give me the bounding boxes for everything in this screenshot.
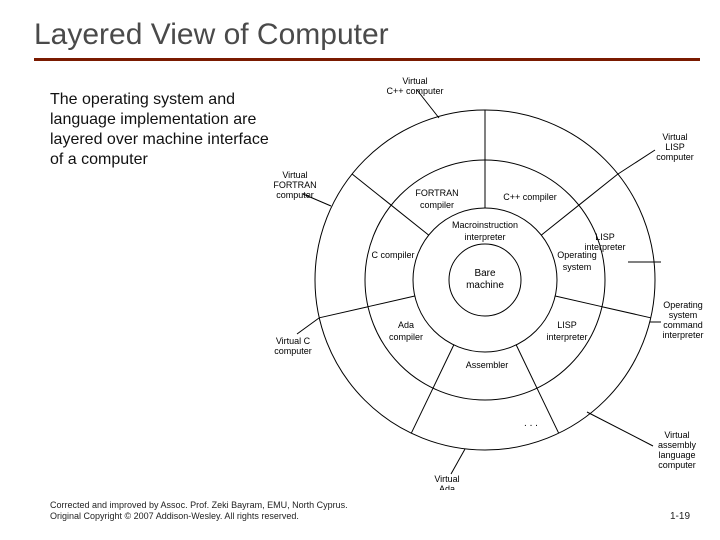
lbl-vada-a: Virtual <box>434 474 459 484</box>
layered-diagram: Bare machine Macroinstruction interprete… <box>265 70 705 490</box>
body-text: The operating system and language implem… <box>50 90 270 170</box>
page-title: Layered View of Computer <box>0 0 720 58</box>
ring3-cpp: C++ compiler <box>503 192 557 202</box>
lbl-oscmd-b: system <box>669 310 698 320</box>
lbl-vcpp-b: C++ computer <box>386 86 443 96</box>
ring2-label-b: interpreter <box>464 232 505 242</box>
title-rule <box>34 58 700 61</box>
ring3-ada-b: compiler <box>389 332 423 342</box>
ring3-ada-a: Ada <box>398 320 414 330</box>
lbl-oscmd-c: command <box>663 320 703 330</box>
outer-lisp-a: LISP <box>595 232 615 242</box>
lbl-vlisp-a: Virtual <box>662 132 687 142</box>
ring3-f-b: compiler <box>420 200 454 210</box>
footer-text: Corrected and improved by Assoc. Prof. Z… <box>50 500 380 522</box>
lbl-vcpp-a: Virtual <box>402 76 427 86</box>
lbl-vf-b: FORTRAN <box>273 180 316 190</box>
page-number: 1-19 <box>670 511 690 522</box>
ring3-lisp-b: interpreter <box>546 332 587 342</box>
lbl-vf-a: Virtual <box>282 170 307 180</box>
ring3-f-a: FORTRAN <box>415 188 458 198</box>
lbl-vlisp-c: computer <box>656 152 694 162</box>
lbl-vf-c: computer <box>276 190 314 200</box>
lbl-oscmd-d: interpreter <box>662 330 703 340</box>
lbl-vlisp-b: LISP <box>665 142 685 152</box>
lbl-vasm-b: assembly <box>658 440 697 450</box>
center-label: Bare <box>474 268 496 279</box>
lbl-vc-a: Virtual C <box>276 336 311 346</box>
lbl-vasm-d: computer <box>658 460 696 470</box>
lbl-vasm-c: language <box>658 450 695 460</box>
ring3-asm: Assembler <box>466 360 509 370</box>
outer-ellipsis: . . . <box>524 418 538 429</box>
svg-text:machine: machine <box>466 280 504 291</box>
lbl-vasm-a: Virtual <box>664 430 689 440</box>
ring3-lisp-a: LISP <box>557 320 577 330</box>
ring3-os-b: system <box>563 262 592 272</box>
lbl-vc-b: computer <box>274 346 312 356</box>
ring3-c: C compiler <box>371 250 414 260</box>
lbl-oscmd-a: Operating <box>663 300 703 310</box>
outer-lisp-b: interpreter <box>584 242 625 252</box>
lbl-vada-b: Ada <box>439 484 455 490</box>
ring2-label-a: Macroinstruction <box>452 220 518 230</box>
